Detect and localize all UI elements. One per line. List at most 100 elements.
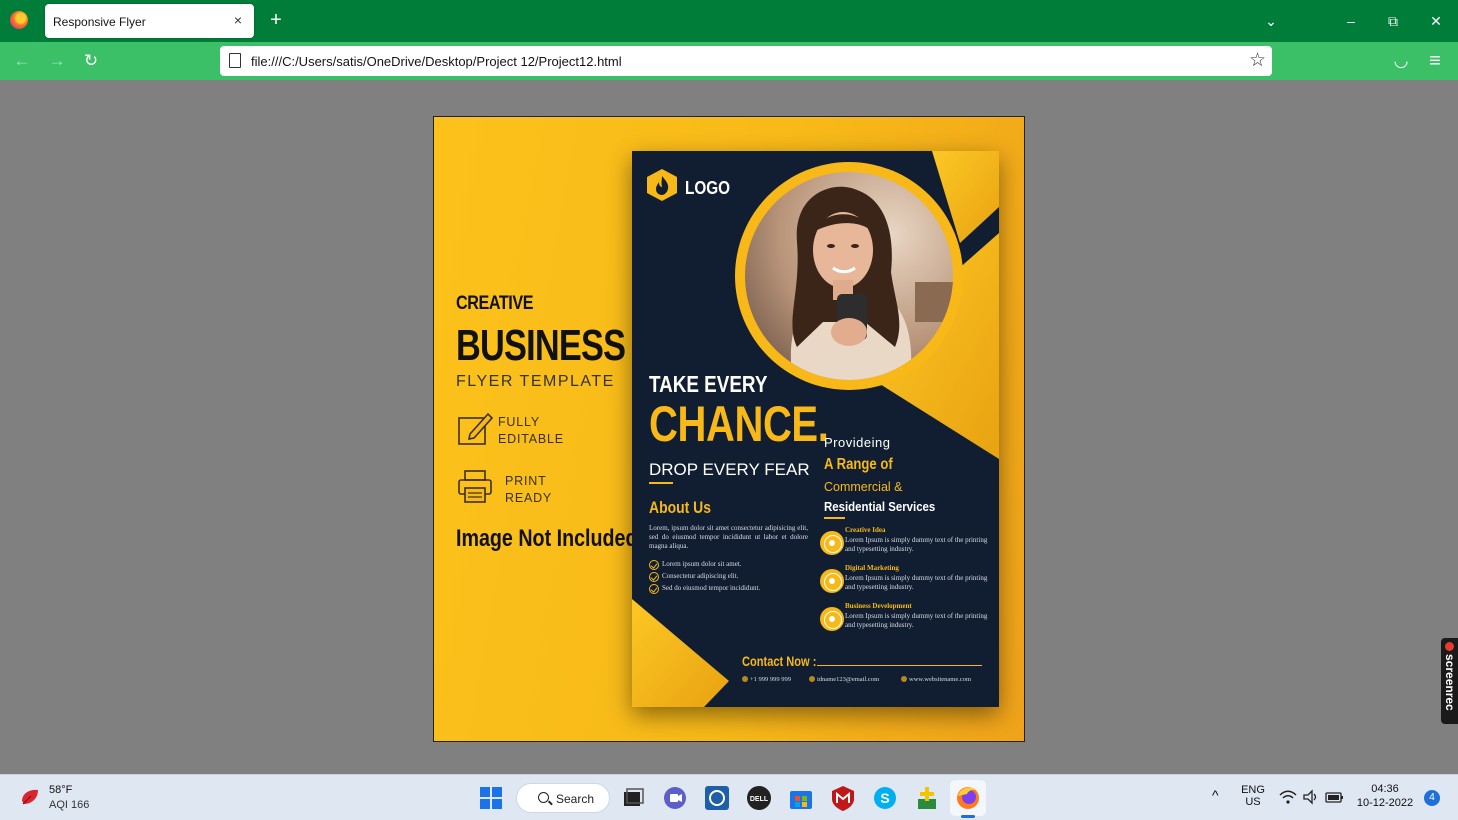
firefox-icon (957, 787, 979, 809)
business-icon (820, 607, 844, 631)
checklist-item: Consectetur adipiscing elit. (649, 571, 819, 583)
service-desc: Lorem Ipsum is simply dummy text of the … (845, 574, 988, 591)
checklist-text: Lorem ipsum dolor sit amet. (662, 560, 742, 568)
edit-icon (458, 412, 494, 445)
tab-close-icon[interactable]: × (230, 12, 246, 28)
new-tab-button[interactable]: + (266, 9, 286, 31)
flyer-mockup-frame: CREATIVE BUSINESS FLYER TEMPLATE FULLY E… (433, 116, 1025, 742)
menu-icon[interactable]: ≡ (1425, 51, 1445, 71)
navigation-bar: ← → ↻ file:///C:/Users/satis/OneDrive/De… (0, 42, 1458, 80)
active-indicator (961, 815, 975, 818)
taskbar-search[interactable]: Search (516, 783, 610, 813)
chat-icon[interactable] (660, 783, 690, 813)
firefox-icon (10, 11, 28, 29)
lang-line-2: US (1245, 796, 1261, 808)
tab-title: Responsive Flyer (53, 15, 146, 29)
title-bar: Responsive Flyer × + ⌄ – ⧉ ✕ (0, 0, 1458, 42)
task-view-icon[interactable] (618, 783, 648, 813)
date: 10-12-2022 (1356, 797, 1414, 809)
firefox-taskbar-button[interactable] (950, 780, 986, 816)
security-app-icon[interactable] (702, 783, 732, 813)
range-text: A Range of (824, 456, 893, 473)
service-title: Digital Marketing (845, 564, 899, 572)
headline-chance: CHANCE. (649, 396, 829, 452)
notification-badge[interactable]: 4 (1424, 790, 1440, 806)
windows-start-icon[interactable] (476, 783, 506, 813)
back-icon[interactable]: ← (12, 51, 32, 71)
about-text: Lorem, ipsum dolor sit amet consectetur … (649, 524, 808, 550)
url-text[interactable]: file:///C:/Users/satis/OneDrive/Desktop/… (251, 54, 622, 69)
logo-text: LOGO (685, 178, 731, 198)
email-icon (809, 676, 815, 682)
feature-line-1: FULLY (498, 415, 540, 429)
wifi-icon[interactable] (1279, 789, 1297, 805)
page-icon (229, 53, 241, 68)
app-plus-icon[interactable] (912, 783, 942, 813)
service-digital-marketing: Digital Marketing Lorem Ipsum is simply … (820, 564, 995, 598)
svg-text:DELL: DELL (750, 796, 769, 803)
feature-print-ready: PRINT READY (456, 469, 636, 509)
contact-website: www.websitename.com (901, 676, 971, 686)
feature-line-1: PRINT (505, 474, 547, 488)
contact-line (817, 665, 982, 666)
screenrec-badge[interactable]: screenrec (1441, 638, 1458, 724)
skype-icon[interactable]: S (870, 783, 900, 813)
feature-line-2: EDITABLE (498, 432, 564, 446)
minimize-button[interactable]: – (1339, 10, 1363, 32)
forward-icon[interactable]: → (47, 51, 67, 71)
flame-logo-icon (647, 169, 677, 201)
service-business-development: Business Development Lorem Ipsum is simp… (820, 602, 995, 636)
aqi[interactable]: AQI 166 (49, 799, 89, 811)
search-icon (538, 792, 549, 803)
promo-flyer-template: FLYER TEMPLATE (456, 373, 615, 390)
divider (649, 482, 673, 484)
lang-line-1: ENG (1241, 784, 1265, 796)
promo-creative: CREATIVE (456, 293, 534, 314)
phone-icon (742, 676, 748, 682)
time: 04:36 (1371, 783, 1399, 795)
weather-leaf-icon[interactable] (20, 787, 40, 807)
check-circle-icon (649, 572, 659, 582)
about-title: About Us (649, 498, 711, 517)
checklist-item: Sed do eiusmod tempor incididunt. (649, 583, 819, 595)
check-circle-icon (649, 584, 659, 594)
pocket-icon[interactable]: ◡ (1391, 51, 1411, 71)
service-desc: Lorem Ipsum is simply dummy text of the … (845, 612, 988, 629)
battery-icon[interactable] (1325, 789, 1345, 805)
close-window-button[interactable]: ✕ (1424, 10, 1448, 32)
bookmark-star-icon[interactable]: ☆ (1249, 49, 1266, 72)
marketing-icon (820, 569, 844, 593)
store-icon[interactable] (786, 783, 816, 813)
restore-button[interactable]: ⧉ (1381, 10, 1405, 32)
mcafee-icon[interactable] (828, 783, 858, 813)
tab-responsive-flyer[interactable]: Responsive Flyer × (45, 4, 254, 38)
volume-icon[interactable] (1302, 789, 1320, 805)
service-creative-idea: Creative Idea Lorem Ipsum is simply dumm… (820, 526, 995, 560)
website-text: www.websitename.com (909, 676, 972, 683)
providing-text: Provideing (824, 435, 891, 450)
printer-icon (458, 470, 492, 503)
feature-text: FULLY EDITABLE (498, 414, 564, 448)
dell-icon[interactable]: DELL (744, 783, 774, 813)
phone-text: +1 999 999 999 (750, 676, 792, 683)
feature-text: PRINT READY (505, 473, 552, 507)
reload-icon[interactable]: ↻ (81, 51, 101, 71)
list-tabs-button[interactable]: ⌄ (1259, 10, 1283, 32)
headline-drop-every-fear: DROP EVERY FEAR (649, 460, 810, 479)
svg-text:S: S (880, 790, 889, 806)
url-bar[interactable]: file:///C:/Users/satis/OneDrive/Desktop/… (220, 46, 1272, 76)
flyer: LOGO TAKE EVERY CHANCE. DROP EVERY FEAR … (632, 151, 999, 707)
tray-chevron-icon[interactable]: ^ (1212, 787, 1219, 803)
clock[interactable]: 04:36 10-12-2022 (1352, 783, 1418, 809)
divider (824, 517, 845, 519)
service-title: Creative Idea (845, 526, 886, 534)
checklist-item: Lorem ipsum dolor sit amet. (649, 559, 819, 571)
promo-business: BUSINESS (456, 321, 626, 370)
commercial-text: Commercial & (824, 480, 903, 494)
photo-ring (735, 162, 963, 390)
temperature[interactable]: 58°F (49, 784, 72, 796)
language-indicator[interactable]: ENG US (1238, 784, 1268, 808)
contact-email: idname123@email.com (809, 676, 879, 686)
taskbar: 58°F AQI 166 Search DELL S ^ ENG US 04:3… (0, 774, 1458, 820)
globe-icon (901, 676, 907, 682)
